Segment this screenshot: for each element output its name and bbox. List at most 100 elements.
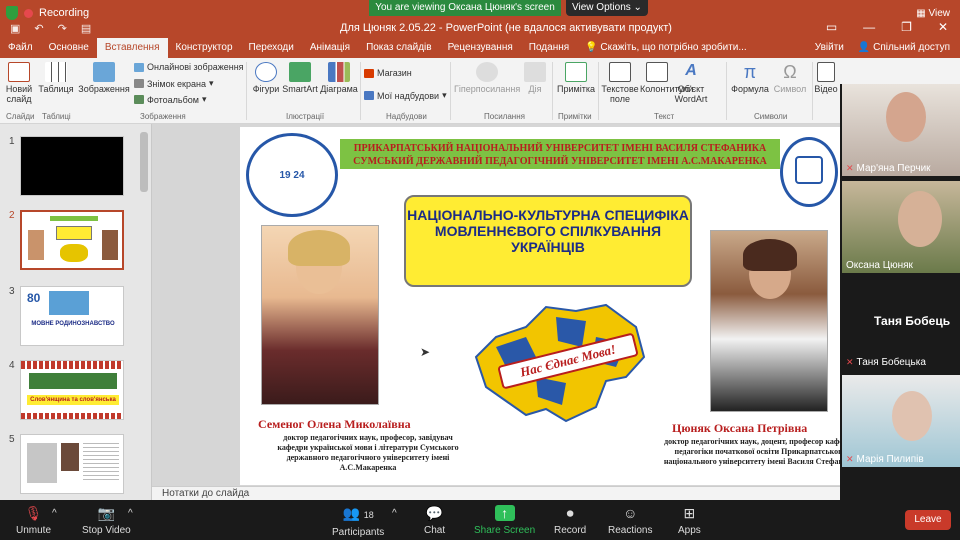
signin-link[interactable]: Увійти bbox=[815, 38, 844, 58]
participant-tile[interactable]: ✕ Мар'яна Перчик bbox=[842, 84, 960, 176]
tab-file[interactable]: Файл bbox=[0, 38, 41, 58]
tab-slideshow[interactable]: Показ слайдів bbox=[358, 38, 440, 58]
audio-options-caret[interactable]: ^ bbox=[52, 508, 57, 519]
university-2: СУМСЬКИЙ ДЕРЖАВНИЙ ПЕДАГОГІЧНИЙ УНІВЕРСИ… bbox=[353, 156, 767, 167]
apps-button[interactable]: ⊞ Apps bbox=[678, 505, 701, 536]
leave-button[interactable]: Leave bbox=[905, 510, 951, 530]
symbol-button[interactable]: Ω Символ bbox=[770, 62, 810, 94]
present-icon[interactable]: ▤ bbox=[81, 22, 91, 35]
tab-animations[interactable]: Анімація bbox=[302, 38, 358, 58]
shapes-icon bbox=[255, 62, 277, 82]
video-button[interactable]: Відео bbox=[814, 62, 838, 94]
tab-view[interactable]: Подання bbox=[521, 38, 577, 58]
hyperlink-button[interactable]: Гіперпосилання bbox=[454, 62, 520, 94]
person2-description[interactable]: доктор педагогічних наук, доцент, профес… bbox=[660, 437, 840, 467]
participant-tile[interactable]: Таня Бобець ✕ Таня Бобецька bbox=[842, 278, 960, 370]
comment-label: Примітка bbox=[557, 84, 595, 94]
new-slide-button[interactable]: Новий слайд bbox=[2, 62, 36, 105]
chart-button[interactable]: Діаграма bbox=[320, 62, 358, 94]
person2-name[interactable]: Цюняк Оксана Петрівна bbox=[672, 421, 807, 436]
university-1: ПРИКАРПАТСЬКИЙ НАЦІОНАЛЬНИЙ УНІВЕРСИТЕТ … bbox=[353, 143, 767, 154]
smartart-button[interactable]: SmartArt bbox=[282, 62, 318, 94]
chat-button[interactable]: 💬 Chat bbox=[424, 505, 445, 536]
video-options-caret[interactable]: ^ bbox=[128, 508, 133, 519]
slide-thumbnail-1[interactable] bbox=[20, 136, 124, 196]
participants-label: Participants bbox=[332, 527, 385, 538]
ribbon-tabs: Файл Основне Вставлення Конструктор Пере… bbox=[0, 38, 960, 58]
participant-tile[interactable]: ✕ Марія Пилипів bbox=[842, 375, 960, 467]
participants-button[interactable]: 👥 18 Participants bbox=[332, 505, 384, 538]
slide-canvas[interactable]: 19 24 ПРИКАРПАТСЬКИЙ НАЦІОНАЛЬНИЙ УНІВЕР… bbox=[240, 127, 840, 485]
screenshot-button[interactable]: Знімок екрана ▾ bbox=[134, 78, 214, 89]
table-button[interactable]: Таблиця bbox=[38, 62, 74, 94]
tell-me-search[interactable]: 💡 Скажіть, що потрібно зробити... bbox=[577, 38, 755, 58]
redo-icon[interactable]: ↷ bbox=[58, 22, 67, 35]
thumb-logo-icon: 80 bbox=[27, 291, 41, 305]
slide-thumbnail-2[interactable] bbox=[20, 210, 124, 270]
chat-icon: 💬 bbox=[425, 505, 444, 521]
zoom-toolbar: 🎙 Unmute ^ 📷 Stop Video ^ 👥 18 Participants… bbox=[0, 500, 960, 540]
notes-pane[interactable]: Нотатки до слайда bbox=[152, 486, 840, 500]
photo-semenog[interactable] bbox=[261, 225, 379, 405]
thumb-green-bar bbox=[50, 216, 98, 221]
header-footer-button[interactable]: Колонтитули bbox=[640, 62, 693, 94]
thumb-map bbox=[60, 244, 88, 262]
mic-muted-icon: ✕ bbox=[846, 357, 854, 367]
share-button[interactable]: 👤 Спільний доступ bbox=[858, 38, 950, 58]
textbox-button[interactable]: Текстове поле bbox=[600, 62, 640, 105]
store-button[interactable]: Магазин bbox=[364, 68, 412, 78]
participant-face bbox=[898, 191, 942, 247]
university-logo-left: 19 24 bbox=[246, 133, 338, 217]
action-button[interactable]: Дія bbox=[522, 62, 548, 94]
unmute-button[interactable]: 🎙 Unmute bbox=[16, 505, 51, 536]
slide-thumbnail-5[interactable] bbox=[20, 434, 124, 494]
comment-icon bbox=[565, 62, 587, 82]
minimize-icon[interactable]: — bbox=[863, 20, 875, 34]
record-button[interactable]: ⏺ Record bbox=[554, 505, 586, 536]
video-camera-icon: 📷 bbox=[97, 505, 116, 521]
comment-button[interactable]: Примітка bbox=[556, 62, 596, 94]
online-images-button[interactable]: Онлайнові зображення bbox=[134, 62, 244, 72]
tab-transitions[interactable]: Переходи bbox=[241, 38, 302, 58]
chevron-up-icon: ^ bbox=[52, 508, 57, 519]
participants-options-caret[interactable]: ^ bbox=[392, 508, 397, 519]
screenshot-icon bbox=[134, 79, 144, 88]
photo-album-button[interactable]: Фотоальбом ▾ bbox=[134, 94, 207, 105]
slide-editor[interactable]: 19 24 ПРИКАРПАТСЬКИЙ НАЦІОНАЛЬНИЙ УНІВЕР… bbox=[152, 124, 840, 500]
close-icon[interactable]: ✕ bbox=[938, 20, 948, 34]
share-screen-button[interactable]: ↑ Share Screen bbox=[474, 505, 535, 536]
hair-shape bbox=[743, 239, 797, 271]
person1-description[interactable]: доктор педагогічних наук, професор, заві… bbox=[268, 433, 468, 473]
images-button[interactable]: Зображення bbox=[78, 62, 130, 94]
tab-design[interactable]: Конструктор bbox=[168, 38, 241, 58]
tab-home[interactable]: Основне bbox=[41, 38, 97, 58]
save-icon[interactable]: ▣ bbox=[10, 22, 20, 35]
reactions-button[interactable]: ☺ Reactions bbox=[608, 505, 652, 536]
tab-insert[interactable]: Вставлення bbox=[96, 38, 168, 58]
view-button[interactable]: ▦ View bbox=[916, 8, 950, 19]
security-shield-icon[interactable] bbox=[6, 6, 18, 20]
slide-thumbnail-3[interactable]: 80 МОВНЕ РОДИНОЗНАВСТВО bbox=[20, 286, 124, 346]
ribbon-display-icon[interactable]: ▭ bbox=[826, 20, 837, 34]
photo-tsiuniak[interactable] bbox=[710, 230, 828, 412]
undo-icon[interactable]: ↶ bbox=[34, 22, 43, 35]
slide-thumbnail-4[interactable]: Слов'янщина та слов'янська bbox=[20, 360, 124, 420]
tab-review[interactable]: Рецензування bbox=[440, 38, 521, 58]
quick-access-toolbar: ▣ ↶ ↷ ▤ bbox=[10, 22, 91, 35]
stop-video-button[interactable]: 📷 Stop Video bbox=[82, 505, 131, 536]
person1-name[interactable]: Семеног Олена Миколаївна bbox=[258, 417, 411, 432]
view-options-button[interactable]: View Options ⌄ bbox=[566, 0, 648, 16]
restore-icon[interactable]: ❐ bbox=[901, 20, 912, 34]
thumbnails-scrollbar[interactable] bbox=[140, 132, 148, 192]
equation-button[interactable]: π Формула bbox=[730, 62, 770, 94]
recording-indicator: Recording bbox=[6, 6, 89, 20]
wordart-button[interactable]: A Об'єкт WordArt bbox=[670, 62, 712, 105]
slide-thumbnails-pane[interactable]: 1 2 3 80 МОВНЕ РОДИНОЗНАВСТВО 4 Слов'янщ… bbox=[0, 124, 152, 500]
thumb-caption: Слов'янщина та слов'янська bbox=[27, 395, 119, 405]
thumb-number: 3 bbox=[9, 286, 15, 297]
slide-title[interactable]: НАЦІОНАЛЬНО-КУЛЬТУРНА СПЕЦИФІКА МОВЛЕННЄ… bbox=[404, 195, 692, 287]
participant-tile[interactable]: Оксана Цюняк bbox=[842, 181, 960, 273]
my-addins-button[interactable]: Мої надбудови ▾ bbox=[364, 90, 447, 101]
shapes-button[interactable]: Фігури bbox=[250, 62, 282, 94]
thumb-number: 2 bbox=[9, 210, 15, 221]
